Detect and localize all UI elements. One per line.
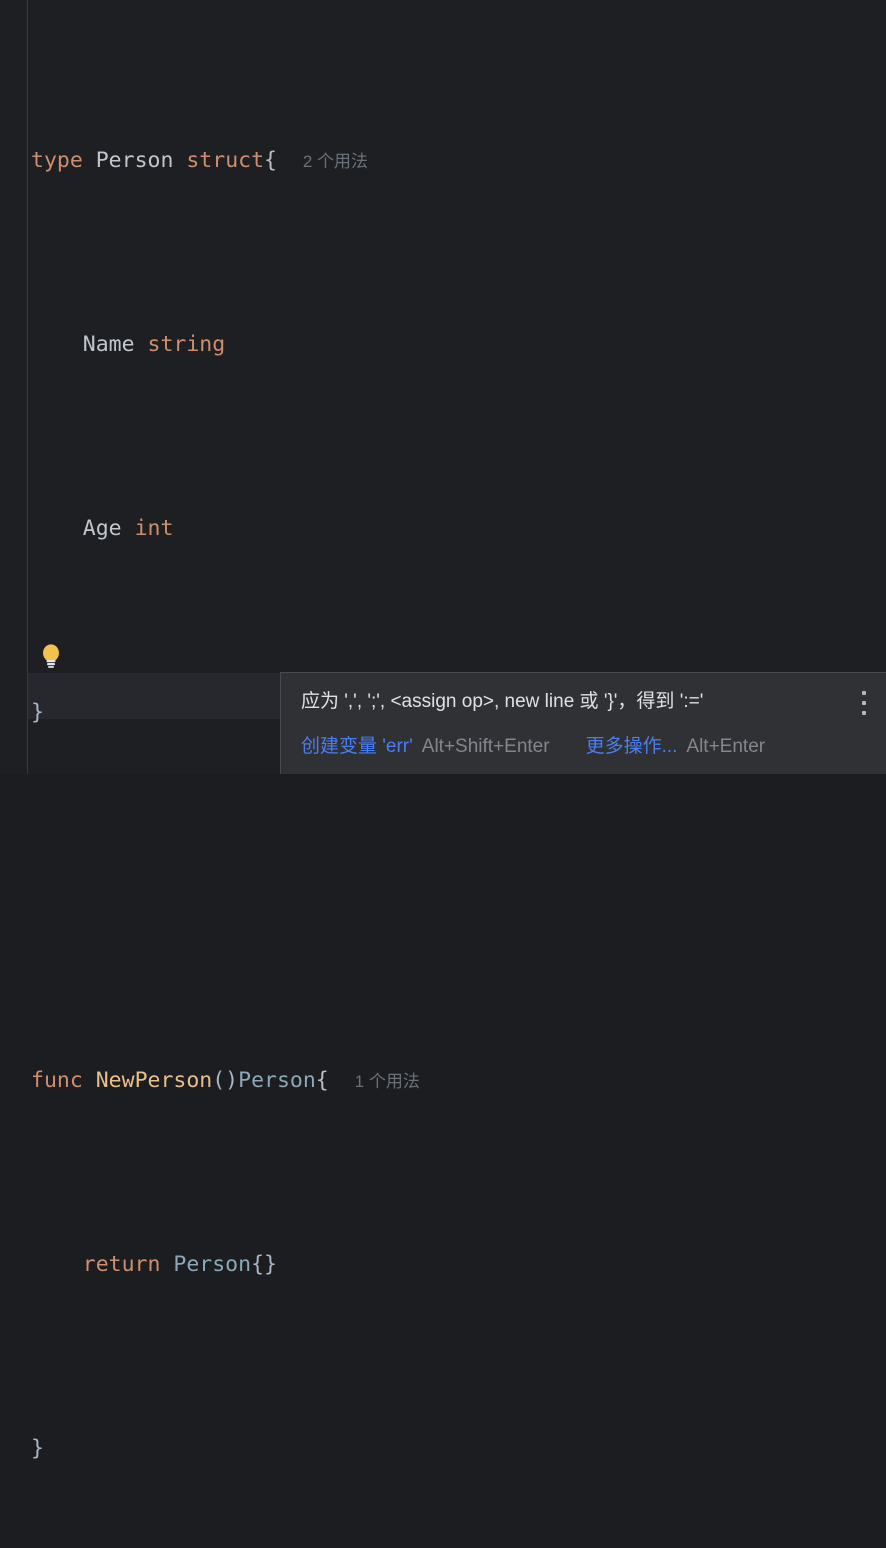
error-tooltip-popup[interactable]: 应为 ',', ';', <assign op>, new line 或 '}'… [280,672,886,774]
code-line-8[interactable]: } [31,1426,524,1472]
quickfix-more-actions[interactable]: 更多操作... Alt+Enter [586,731,766,758]
token-close-brace: } [31,1436,44,1461]
quickfix-label[interactable]: 创建变量 'err' [301,736,413,757]
token-keyword-func: func [31,1068,83,1093]
token-field-name: Age [31,516,135,541]
kebab-dot [862,711,866,715]
token-braces: {} [251,1252,277,1277]
code-line-2[interactable]: Name string [31,322,524,368]
token-close-brace: } [31,700,44,725]
intention-bulb-icon[interactable] [40,643,62,669]
code-editor[interactable]: type Person struct{ 2 个用法 Name string Ag… [0,0,886,1461]
token-type-person: Person [173,1252,252,1277]
kebab-dot [862,691,866,695]
code-line-3[interactable]: Age int [31,506,524,552]
token-field-name: Name [31,332,148,357]
token-func-name-newperson: NewPerson [95,1068,213,1093]
kebab-vertical-icon[interactable] [862,691,867,715]
code-line-1[interactable]: type Person struct{ 2 个用法 [31,138,524,184]
quickfix-create-variable[interactable]: 创建变量 'err' Alt+Shift+Enter [301,731,550,758]
token-keyword: type [31,148,83,173]
code-line-5-blank[interactable] [31,874,524,920]
token-brace: { [315,1068,329,1093]
token-keyword: struct [186,148,265,173]
more-actions-label[interactable]: 更多操作... [586,736,678,757]
usage-hint-1[interactable]: 2 个用法 [303,152,368,171]
token-type-person: Person [238,1068,316,1093]
editor-gutter[interactable] [0,0,28,774]
token-brace: { [264,148,277,173]
token-parens: () [212,1068,239,1093]
popup-action-row: 创建变量 'err' Alt+Shift+Enter 更多操作... Alt+Ente… [301,731,867,771]
token-type-string: string [147,332,226,357]
error-message: 应为 ',', ';', <assign op>, new line 或 '}'… [301,691,704,712]
kebab-dot [862,701,866,705]
token-identifier: Person [95,148,174,173]
quickfix-shortcut: Alt+Shift+Enter [421,736,550,757]
token-type-int: int [134,516,174,541]
code-line-7[interactable]: return Person{} [31,1242,524,1288]
token-keyword-return: return [82,1252,161,1277]
code-content[interactable]: type Person struct{ 2 个用法 Name string Ag… [31,0,524,1548]
code-line-6[interactable]: func NewPerson()Person{ 1 个用法 [31,1058,524,1104]
more-actions-shortcut: Alt+Enter [686,736,766,757]
usage-hint-2[interactable]: 1 个用法 [355,1072,420,1091]
